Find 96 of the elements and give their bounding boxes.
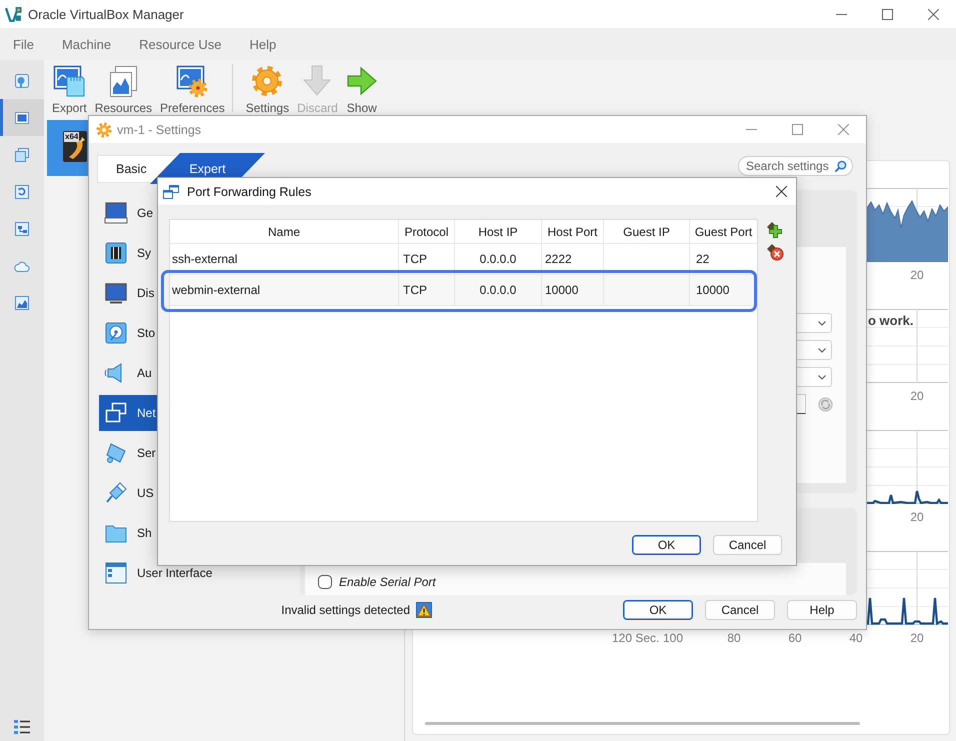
warning-icon: [416, 602, 432, 618]
input-field[interactable]: [797, 394, 806, 414]
axis-label: 100: [662, 631, 684, 645]
column-header: Name: [170, 220, 399, 244]
axis-label: 20: [910, 389, 924, 403]
menu-item[interactable]: Help: [235, 36, 290, 52]
gear-icon: [96, 122, 112, 138]
column-header: Host Port: [542, 220, 604, 244]
table-cell: 10000: [542, 275, 604, 306]
right-arrow-icon: [346, 64, 378, 98]
menu-item[interactable]: Machine: [48, 36, 126, 52]
dialog-button[interactable]: Cancel: [705, 600, 775, 620]
axis-label: 20: [910, 631, 924, 645]
scrollbar[interactable]: [425, 722, 860, 725]
picture-gear-icon: [176, 64, 208, 98]
circle-window-icon: [13, 72, 31, 90]
dialog-button[interactable]: OK: [623, 600, 693, 620]
column-header: Protocol: [399, 220, 455, 244]
settings-category[interactable]: Sto: [99, 315, 158, 351]
add-rule-button[interactable]: [766, 221, 784, 239]
chart-window-icon: [13, 294, 31, 312]
status-message: Invalid settings detected: [281, 602, 410, 616]
dialog-button[interactable]: Cancel: [713, 535, 782, 555]
settings-category[interactable]: Au: [99, 355, 157, 391]
chart-message: o work.: [868, 313, 914, 328]
dialog-title: vm-1 - Settings: [117, 122, 202, 136]
windows-stack-icon: [163, 184, 179, 200]
axis-label: 20: [910, 268, 924, 282]
dialog-title: Port Forwarding Rules: [187, 184, 312, 198]
refresh-icon[interactable]: [818, 396, 833, 412]
maximize-icon: [882, 8, 892, 20]
window-stack-icon: [13, 146, 31, 164]
serial-port-checkbox[interactable]: Enable Serial Port: [318, 575, 436, 589]
cross-icon: [766, 243, 784, 261]
toolbar-button[interactable]: Export: [48, 64, 91, 115]
settings-category[interactable]: Ser: [99, 435, 158, 471]
close-icon: [776, 186, 786, 197]
architecture-label: x64: [64, 132, 80, 142]
menu-item[interactable]: Resource Use: [125, 36, 236, 52]
table-cell: 0.0.0.0: [455, 275, 542, 306]
axis-label: 60: [788, 631, 802, 645]
caret-icon: [818, 348, 826, 352]
windows-stack-icon: [104, 401, 128, 425]
monitor-icon: [104, 201, 128, 225]
toolbar-button[interactable]: Settings: [242, 64, 294, 115]
search-field[interactable]: Search settings: [738, 156, 853, 176]
column-header: Guest Port: [690, 220, 757, 244]
table-cell: TCP: [399, 275, 455, 306]
window-title: Oracle VirtualBox Manager: [28, 6, 184, 22]
caret-icon: [818, 320, 826, 326]
axis-label: 20: [910, 510, 924, 524]
column-header: Guest IP: [604, 220, 690, 244]
table-cell: webmin-external: [170, 275, 399, 306]
dropdown[interactable]: [797, 313, 832, 333]
card-monitor-icon: [53, 64, 86, 98]
toolbar-button[interactable]: Preferences: [156, 64, 229, 115]
list-icon: [13, 718, 31, 736]
dropdown[interactable]: [797, 367, 832, 387]
screen-icon: [104, 281, 128, 305]
window-layout-icon: [104, 561, 128, 585]
dialog-button[interactable]: Help: [787, 600, 857, 620]
down-arrow-icon: [301, 64, 334, 98]
documents-chart-icon: [107, 64, 140, 98]
close-icon: [838, 124, 848, 135]
remove-rule-button[interactable]: [766, 243, 784, 261]
connector-icon: [104, 441, 128, 465]
settings-category[interactable]: Net: [99, 395, 158, 431]
axis-label: 80: [727, 631, 741, 645]
axis-label: 120 Sec.: [612, 631, 660, 645]
caret-icon: [818, 374, 826, 380]
refresh-window-icon: [13, 182, 31, 200]
gear-icon: [251, 64, 284, 98]
settings-category[interactable]: Sy: [99, 235, 157, 271]
settings-category[interactable]: Sh: [99, 515, 157, 551]
settings-category[interactable]: User Interface: [99, 555, 214, 591]
checkbox-icon: [318, 575, 332, 589]
search-icon: [834, 160, 847, 172]
network-window-icon: [13, 220, 31, 238]
plus-icon: [766, 221, 784, 239]
close-icon: [928, 8, 938, 20]
dropdown[interactable]: [797, 340, 832, 360]
toolbar-button[interactable]: Resources: [90, 64, 156, 115]
chip-icon: [104, 241, 128, 265]
usb-plug-icon: [104, 481, 128, 505]
column-header: Host IP: [455, 220, 542, 244]
maximize-icon: [792, 124, 802, 135]
app-logo-icon: [5, 6, 22, 22]
settings-category[interactable]: Ge: [99, 195, 157, 231]
settings-category[interactable]: US: [99, 475, 157, 511]
toolbar-button[interactable]: Show: [342, 64, 382, 115]
settings-category[interactable]: Dis: [99, 275, 157, 311]
vm-list-item[interactable]: x64: [47, 120, 88, 176]
sidebar-tool-button[interactable]: [0, 99, 44, 136]
axis-label: 40: [849, 631, 863, 645]
menu-item[interactable]: File: [0, 36, 48, 52]
dialog-button[interactable]: OK: [632, 535, 701, 555]
